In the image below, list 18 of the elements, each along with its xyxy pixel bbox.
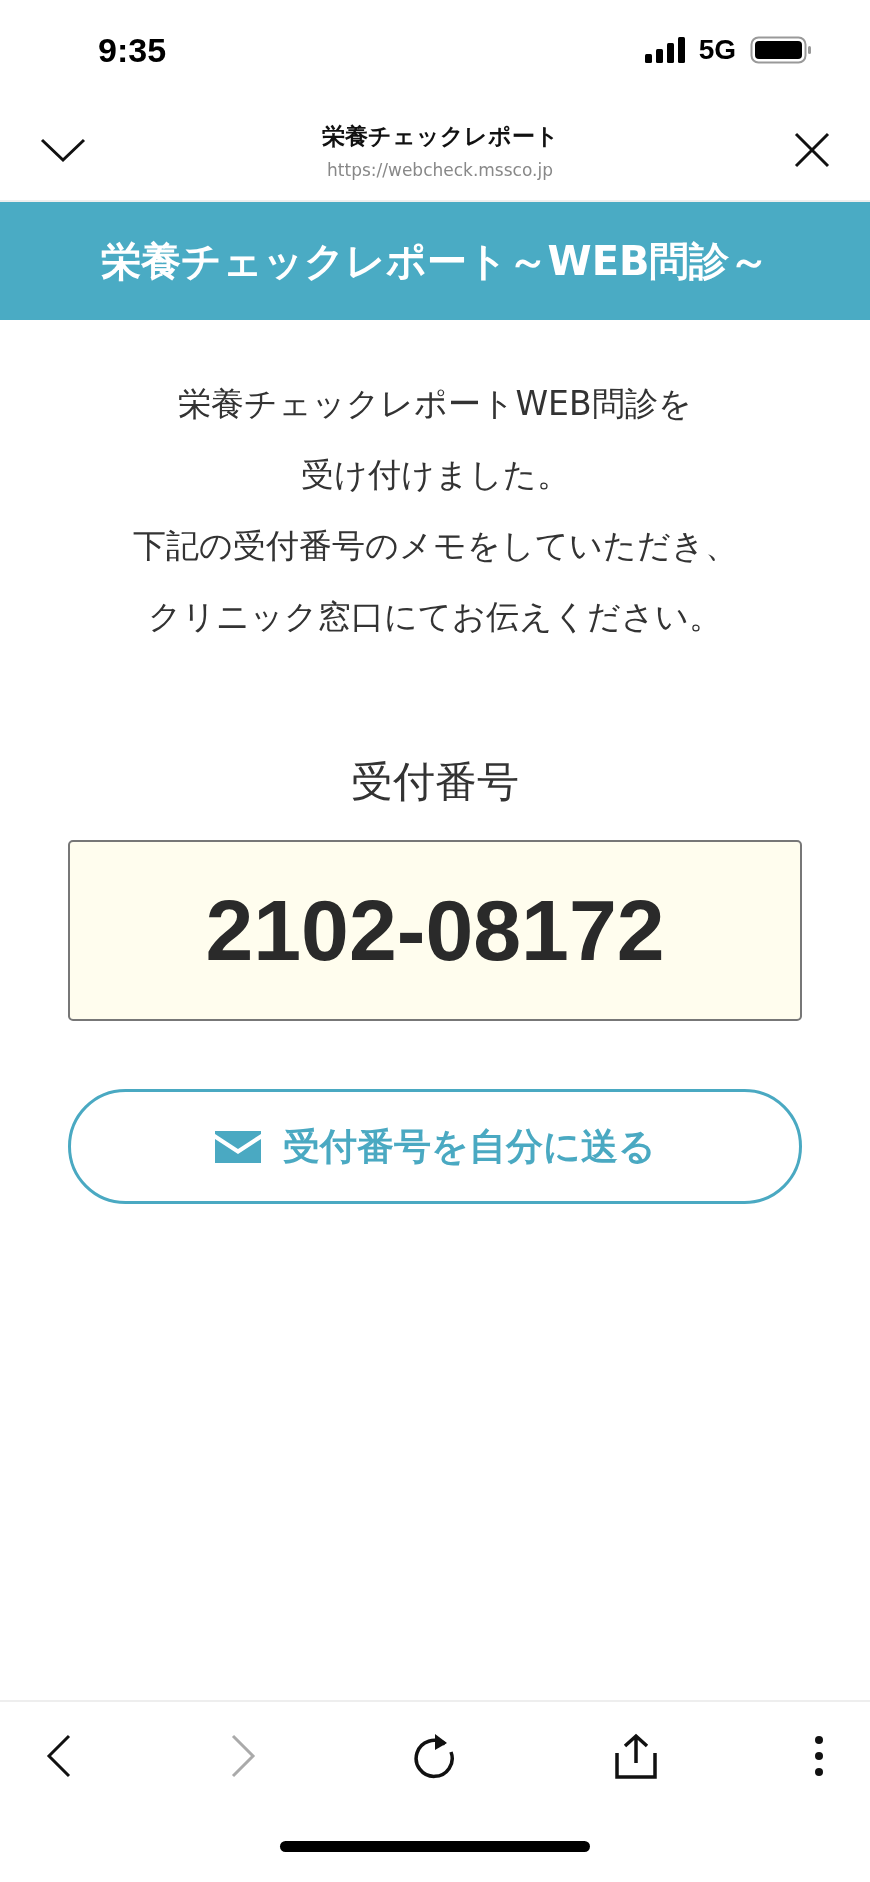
send-button[interactable]: 受付番号を自分に送る: [68, 1089, 802, 1204]
share-icon[interactable]: [614, 1733, 657, 1779]
confirmation-message: 栄養チェックレポートWEB問診を 受け付けました。 下記の受付番号のメモをしていただき、 クリニック窓口にてお伝えください。: [132, 383, 738, 638]
page-title: 栄養チェックレポート: [321, 121, 559, 151]
chevron-down-icon[interactable]: [40, 137, 86, 163]
status-time: 9:35: [98, 30, 167, 70]
receipt-number: 2102-08172: [68, 840, 802, 1021]
network-label: 5G: [698, 34, 736, 66]
reload-icon[interactable]: [413, 1732, 457, 1780]
banner-title: 栄養チェックレポート～WEB問診～: [100, 236, 770, 286]
back-icon[interactable]: [46, 1734, 72, 1778]
page-url: https://webcheck.mssco.jp: [327, 159, 553, 180]
signal-icon: [644, 37, 685, 63]
receipt-label: 受付番号: [351, 756, 519, 808]
close-icon[interactable]: [794, 132, 830, 168]
more-icon[interactable]: [814, 1735, 824, 1777]
mail-icon: [214, 1130, 261, 1163]
battery-icon: [750, 36, 812, 64]
